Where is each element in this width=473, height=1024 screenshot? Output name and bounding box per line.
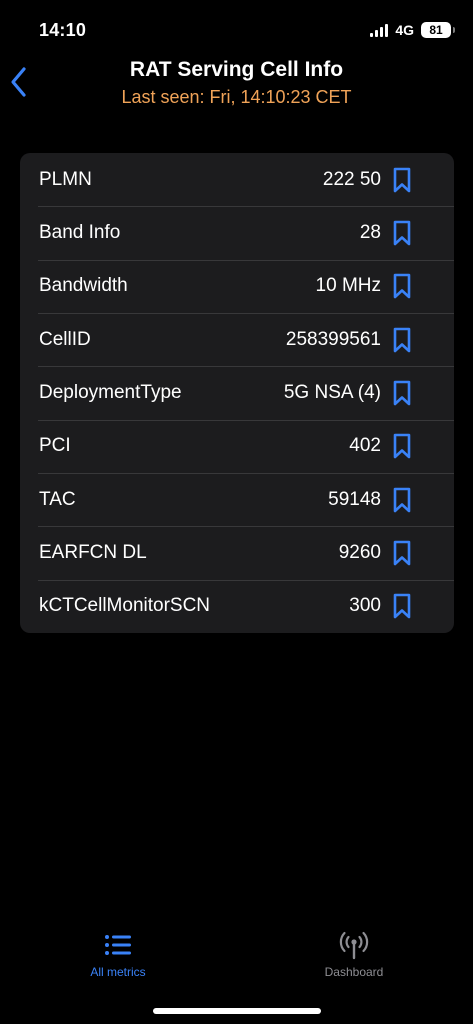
metric-value: 300 (349, 595, 381, 617)
metric-value: 5G NSA (4) (283, 381, 381, 403)
metric-value: 28 (359, 221, 381, 243)
screen: 14:10 4G 81 RAT Serving Cell Info Last s… (0, 0, 473, 1024)
status-bar: 14:10 4G 81 (0, 18, 473, 44)
metric-value: 10 MHz (315, 275, 381, 297)
metric-value: 9260 (338, 541, 381, 563)
bookmark-icon[interactable] (392, 326, 412, 354)
metric-label: EARFCN DL (39, 541, 147, 563)
battery-icon: 81 (421, 22, 455, 38)
tab-dashboard[interactable]: Dashboard (294, 928, 414, 979)
metric-label: PLMN (39, 168, 92, 190)
bookmark-icon[interactable] (392, 379, 412, 407)
bookmark-icon[interactable] (392, 432, 412, 460)
metric-row-scn: kCTCellMonitorSCN 300 (20, 579, 454, 633)
metric-label: kCTCellMonitorSCN (39, 595, 211, 617)
status-time: 14:10 (39, 20, 87, 40)
metric-row-band-info: Band Info 28 (20, 206, 454, 259)
tab-all-metrics[interactable]: All metrics (58, 928, 178, 979)
bookmark-icon[interactable] (392, 592, 412, 620)
network-type: 4G (395, 22, 414, 38)
status-indicators: 4G 81 (370, 22, 455, 38)
list-icon (105, 935, 131, 955)
metric-row-pci: PCI 402 (20, 419, 454, 473)
metric-value: 59148 (328, 488, 381, 510)
bookmark-icon[interactable] (392, 166, 412, 194)
metric-row-tac: TAC 59148 (20, 472, 454, 526)
home-indicator[interactable] (153, 1008, 321, 1014)
metric-row-cellid: CellID 258399561 (20, 312, 454, 366)
metric-value: 258399561 (285, 328, 381, 350)
bookmark-icon[interactable] (392, 219, 412, 247)
metric-label: PCI (39, 435, 71, 457)
metric-label: DeploymentType (39, 381, 182, 403)
last-seen-subtitle: Last seen: Fri, 14:10:23 CET (121, 87, 352, 107)
metric-label: Bandwidth (39, 275, 128, 297)
page-title: RAT Serving Cell Info (129, 58, 344, 81)
metric-value: 402 (349, 435, 381, 457)
metric-label: CellID (39, 328, 91, 350)
metric-row-plmn: PLMN 222 50 (20, 153, 454, 206)
battery-level: 81 (429, 23, 443, 37)
cell-info-card: PLMN 222 50 Band Info 28 Bandwidth 10 MH… (20, 153, 454, 633)
signal-icon (370, 23, 389, 37)
tab-label: All metrics (90, 965, 146, 979)
metric-row-bandwidth: Bandwidth 10 MHz (20, 259, 454, 313)
bookmark-icon[interactable] (392, 539, 412, 567)
tab-label: Dashboard (324, 965, 384, 979)
metric-row-earfcn-dl: EARFCN DL 9260 (20, 526, 454, 579)
bookmark-icon[interactable] (392, 486, 412, 514)
metric-label: Band Info (39, 221, 121, 243)
metric-label: TAC (39, 488, 76, 510)
metric-row-deployment-type: DeploymentType 5G NSA (4) (20, 366, 454, 419)
bookmark-icon[interactable] (392, 272, 412, 300)
metric-value: 222 50 (322, 168, 381, 190)
antenna-icon (339, 931, 369, 960)
